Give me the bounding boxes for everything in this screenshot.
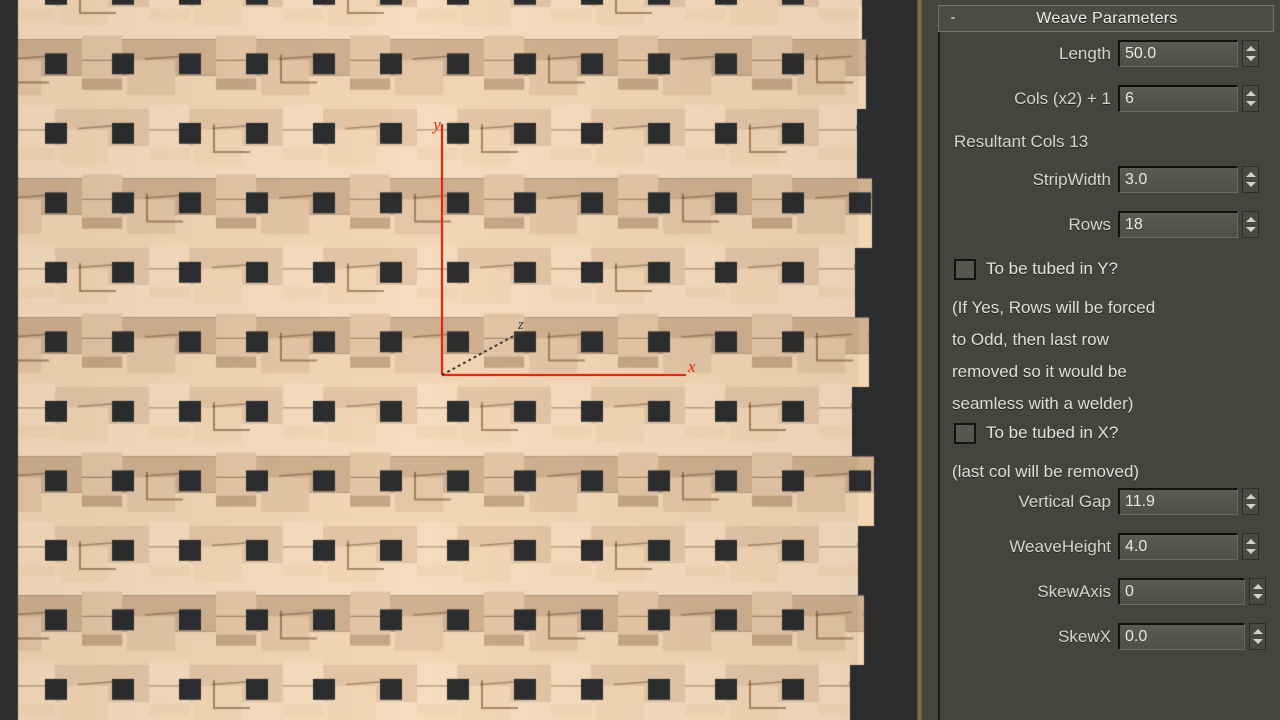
spinner-down-icon[interactable] bbox=[1245, 504, 1256, 510]
spinner-up-icon[interactable] bbox=[1245, 538, 1256, 544]
application-window: y x z - Weave Parameters Length 50.0 Cols … bbox=[0, 0, 1280, 720]
note-line-4: seamless with a welder) bbox=[952, 394, 1134, 413]
spinner-down-icon[interactable] bbox=[1245, 101, 1256, 107]
rollout-header-weave-parameters[interactable]: - Weave Parameters bbox=[938, 5, 1274, 32]
spinner-up-icon[interactable] bbox=[1245, 216, 1256, 222]
label-skew-axis: SkewAxis bbox=[1037, 581, 1111, 601]
spinner-buttons-strip-width[interactable] bbox=[1242, 166, 1259, 193]
spinner-up-icon[interactable] bbox=[1252, 583, 1263, 589]
param-row-skew-x: SkewX 0.0 bbox=[922, 623, 1280, 650]
label-vertical-gap: Vertical Gap bbox=[1018, 491, 1111, 511]
spinner-skew-x[interactable]: 0.0 bbox=[1118, 623, 1266, 650]
param-row-vertical-gap: Vertical Gap 11.9 bbox=[922, 488, 1280, 515]
spinner-buttons-skew-x[interactable] bbox=[1249, 623, 1266, 650]
static-row-resultant-cols: Resultant Cols 13 bbox=[922, 130, 1280, 154]
label-strip-width: StripWidth bbox=[1032, 169, 1111, 189]
spinner-down-icon[interactable] bbox=[1245, 549, 1256, 555]
checkbox-to-be-tubed-in-y[interactable] bbox=[954, 258, 976, 280]
spinner-buttons-length[interactable] bbox=[1242, 40, 1259, 67]
note-line-1: (If Yes, Rows will be forced bbox=[952, 298, 1156, 317]
viewport[interactable]: y x z bbox=[0, 0, 918, 720]
param-row-weave-height: WeaveHeight 4.0 bbox=[922, 533, 1280, 560]
spinner-buttons-weave-height[interactable] bbox=[1242, 533, 1259, 560]
input-skew-axis[interactable]: 0 bbox=[1118, 578, 1245, 605]
checkbox-to-be-tubed-in-x[interactable] bbox=[954, 422, 976, 444]
param-row-skew-axis: SkewAxis 0 bbox=[922, 578, 1280, 605]
label-to-be-tubed-in-y: To be tubed in Y? bbox=[986, 259, 1119, 278]
input-length[interactable]: 50.0 bbox=[1118, 40, 1238, 67]
spinner-up-icon[interactable] bbox=[1245, 493, 1256, 499]
note-line-3: removed so it would be bbox=[952, 362, 1127, 381]
input-skew-x[interactable]: 0.0 bbox=[1118, 623, 1245, 650]
param-row-length: Length 50.0 bbox=[922, 40, 1280, 67]
label-weave-height: WeaveHeight bbox=[1009, 536, 1111, 556]
spinner-down-icon[interactable] bbox=[1252, 639, 1263, 645]
spinner-buttons-skew-axis[interactable] bbox=[1249, 578, 1266, 605]
checkbox-row-to-be-tubed-in-x[interactable]: To be tubed in X? bbox=[922, 420, 1280, 446]
rollout-title: Weave Parameters bbox=[1036, 9, 1178, 27]
spinner-down-icon[interactable] bbox=[1245, 56, 1256, 62]
spinner-weave-height[interactable]: 4.0 bbox=[1118, 533, 1259, 560]
param-row-strip-width: StripWidth 3.0 bbox=[922, 166, 1280, 193]
label-skew-x: SkewX bbox=[1058, 626, 1111, 646]
label-cols-x2-plus-1: Cols (x2) + 1 bbox=[1014, 88, 1111, 108]
spinner-cols-x2-plus-1[interactable]: 6 bbox=[1118, 85, 1259, 112]
input-vertical-gap[interactable]: 11.9 bbox=[1118, 488, 1238, 515]
command-panel: - Weave Parameters Length 50.0 Cols (x2) +… bbox=[922, 0, 1280, 720]
spinner-down-icon[interactable] bbox=[1252, 594, 1263, 600]
input-rows[interactable]: 18 bbox=[1118, 211, 1238, 238]
spinner-up-icon[interactable] bbox=[1245, 90, 1256, 96]
spinner-skew-axis[interactable]: 0 bbox=[1118, 578, 1266, 605]
input-weave-height[interactable]: 4.0 bbox=[1118, 533, 1238, 560]
spinner-strip-width[interactable]: 3.0 bbox=[1118, 166, 1259, 193]
input-strip-width[interactable]: 3.0 bbox=[1118, 166, 1238, 193]
spinner-down-icon[interactable] bbox=[1245, 182, 1256, 188]
label-length: Length bbox=[1059, 43, 1111, 63]
spinner-up-icon[interactable] bbox=[1252, 628, 1263, 634]
param-row-rows: Rows 18 bbox=[922, 211, 1280, 238]
woven-basket-mesh bbox=[0, 0, 918, 720]
spinner-buttons-cols-x2-plus-1[interactable] bbox=[1242, 85, 1259, 112]
spinner-up-icon[interactable] bbox=[1245, 45, 1256, 51]
parameter-rows: Length 50.0 Cols (x2) + 1 6 Resultant Cols 1… bbox=[922, 40, 1280, 668]
rollout-minimize-icon[interactable]: - bbox=[939, 10, 967, 28]
spinner-buttons-rows[interactable] bbox=[1242, 211, 1259, 238]
label-rows: Rows bbox=[1068, 214, 1111, 234]
param-row-cols-x2-plus-1: Cols (x2) + 1 6 bbox=[922, 85, 1280, 112]
label-to-be-tubed-in-x: To be tubed in X? bbox=[986, 423, 1119, 442]
note-line-2: to Odd, then last row bbox=[952, 330, 1109, 349]
spinner-up-icon[interactable] bbox=[1245, 171, 1256, 177]
input-cols-x2-plus-1[interactable]: 6 bbox=[1118, 85, 1238, 112]
spinner-length[interactable]: 50.0 bbox=[1118, 40, 1259, 67]
text-resultant-cols: Resultant Cols 13 bbox=[954, 132, 1089, 151]
note-line-5: (last col will be removed) bbox=[952, 462, 1140, 481]
spinner-buttons-vertical-gap[interactable] bbox=[1242, 488, 1259, 515]
checkbox-row-to-be-tubed-in-y[interactable]: To be tubed in Y? bbox=[922, 256, 1280, 282]
spinner-rows[interactable]: 18 bbox=[1118, 211, 1259, 238]
spinner-down-icon[interactable] bbox=[1245, 227, 1256, 233]
spinner-vertical-gap[interactable]: 11.9 bbox=[1118, 488, 1259, 515]
